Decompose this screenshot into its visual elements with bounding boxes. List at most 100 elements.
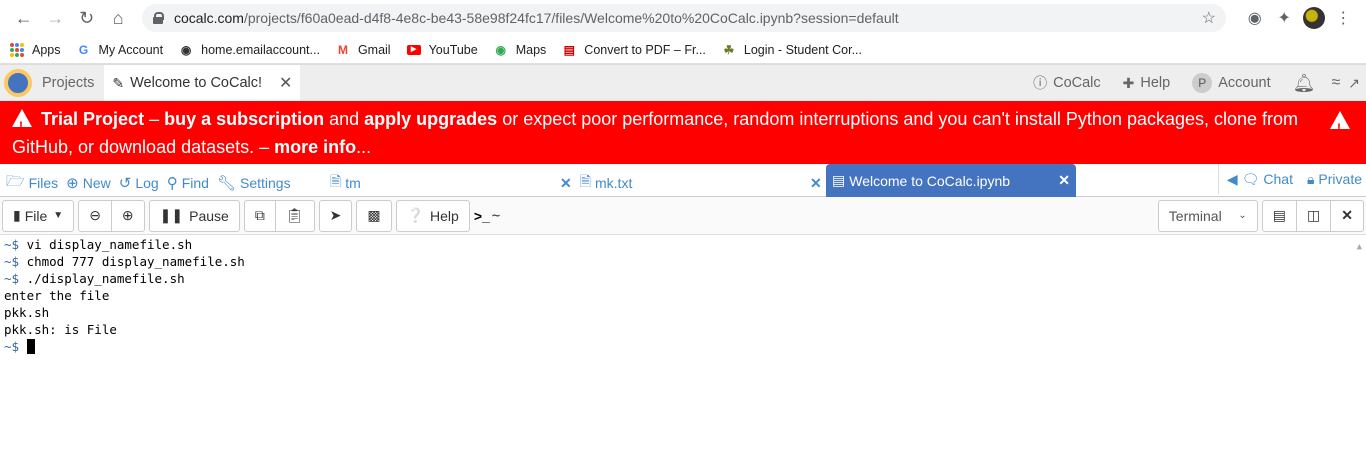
frame-type-select[interactable]: Terminal ⌄ [1157, 199, 1258, 232]
file-tab-mk-txt[interactable]: ✕ 🗎︎ mk.txt [560, 172, 632, 194]
project-tab-label: Welcome to CoCalc! [130, 75, 263, 91]
bookmark-apps[interactable]: Apps [10, 42, 61, 57]
file-tab-welcome-ipynb[interactable]: ▤ Welcome to CoCalc.ipynb ✕ [826, 164, 1076, 197]
profile-avatar[interactable] [1299, 4, 1329, 32]
bookmark-student-login[interactable]: ☘ Login - Student Cor... [722, 43, 862, 57]
terminal-output[interactable]: ~$ vi display_namefile.sh ~$ chmod 777 d… [0, 235, 1366, 457]
reload-icon[interactable]: ↻ [71, 4, 102, 32]
bookmark-youtube[interactable]: ▶ YouTube [406, 42, 478, 57]
tab-settings[interactable]: 🔧︎ Settings [215, 172, 293, 194]
close-icon[interactable]: ✕ [560, 175, 572, 192]
bookmark-gmail[interactable]: M Gmail [336, 43, 391, 57]
terminal-prompt: ~$ [4, 254, 27, 269]
pause-button[interactable]: ❚❚ Pause [148, 199, 240, 232]
address-bar[interactable]: cocalc.com/projects/f60a0ead-d4f8-4e8c-b… [141, 4, 1226, 32]
paste-button[interactable]: 📋︎ [275, 199, 315, 232]
account-label: Account [1218, 75, 1271, 91]
history-icon: ↺ [118, 175, 132, 192]
file-menu-button[interactable]: ▮ File ▼ [2, 199, 75, 232]
forward-icon[interactable]: → [39, 4, 70, 32]
chevron-down-icon: ⌄ [1238, 210, 1247, 221]
cocalc-label: CoCalc [1053, 75, 1101, 91]
rocket-icon: ➤ [329, 207, 342, 223]
chat-button[interactable]: Chat [1263, 171, 1293, 187]
bookmark-star-icon[interactable]: ☆ [1202, 8, 1216, 28]
connection-icon[interactable]: ≈ [1331, 74, 1340, 92]
bell-icon[interactable]: 🔔︎ [1293, 73, 1316, 94]
collapse-chat-icon[interactable]: ◀ [1227, 171, 1238, 188]
pause-label: Pause [189, 207, 229, 224]
terminal-text: vi display_namefile.sh [26, 237, 193, 252]
bookmark-maps[interactable]: ◉ Maps [494, 42, 546, 57]
split-horizontal-button[interactable]: ▤ [1261, 199, 1298, 232]
split-vertical-button[interactable]: ◫ [1297, 199, 1332, 232]
tab-files[interactable]: 🗁︎ Files [4, 172, 60, 194]
cocalc-info-link[interactable]: ⓘ CoCalc [1033, 73, 1101, 93]
file-tab-label: Welcome to CoCalc.ipynb [849, 172, 1011, 189]
cocalc-logo[interactable] [0, 65, 36, 101]
terminal-prompt-icon: >_ [473, 207, 490, 224]
cocalc-top-nav: Projects ✎ Welcome to CoCalc! ✕ ⓘ CoCalc… [0, 64, 1366, 101]
help-link[interactable]: ✚ Help [1123, 75, 1171, 92]
terminal-line: ~$ [4, 338, 1362, 355]
caret-down-icon: ▼ [53, 210, 64, 221]
home-icon[interactable]: ⌂ [102, 4, 133, 32]
tab-log[interactable]: ↺ Log [117, 172, 161, 194]
bookmark-home-email[interactable]: ◉ home.emailaccount... [179, 43, 320, 57]
account-link[interactable]: P Account [1192, 73, 1271, 93]
fullscreen-icon[interactable]: ↗ [1348, 75, 1360, 92]
close-frame-button[interactable]: ✕ [1331, 199, 1364, 232]
zoom-out-icon: ⊖ [89, 207, 101, 223]
pdf-icon: ▤ [563, 42, 575, 57]
file-tab-tm[interactable]: 🗎︎ tm [330, 172, 361, 194]
bookmark-label: YouTube [428, 42, 478, 57]
private-button[interactable]: Private [1318, 171, 1362, 187]
project-tab-welcome[interactable]: ✎ Welcome to CoCalc! ✕ [104, 65, 301, 101]
search-icon: ⚲ [166, 175, 178, 192]
terminal-text: chmod 777 display_namefile.sh [26, 254, 245, 269]
zoom-out-button[interactable]: ⊖ [78, 199, 112, 232]
tab-find[interactable]: ⚲ Find [165, 172, 211, 194]
scroll-up-icon[interactable]: ▲ [1357, 239, 1362, 256]
help-button[interactable]: ❔ Help [395, 199, 470, 232]
close-icon[interactable]: ✕ [1058, 172, 1070, 189]
tab-new[interactable]: ⊕ New [64, 172, 113, 194]
trial-project-label: Trial Project [41, 109, 145, 129]
copy-button[interactable]: ⧉ [243, 199, 276, 232]
back-icon[interactable]: ← [8, 4, 39, 32]
terminal-text: pkk.sh: is File [4, 322, 117, 337]
puzzle-icon[interactable]: ✦ [1269, 4, 1299, 32]
apply-upgrades-link[interactable]: apply upgrades [364, 109, 497, 129]
file-tab-label: mk.txt [595, 175, 633, 191]
bookmarks-bar: Apps G My Account ◉ home.emailaccount...… [0, 36, 1366, 64]
terminal-line: ~$ chmod 777 display_namefile.sh [4, 253, 1362, 270]
file-menu-label: File [24, 207, 48, 224]
file-icon: 🗎︎ [579, 173, 591, 189]
bookmark-convert-pdf[interactable]: ▤ Convert to PDF – Fr... [562, 43, 706, 57]
terminal-cwd: ~ [491, 207, 501, 224]
terminal-prompt: ~$ [4, 339, 27, 354]
lock-icon: 🔒︎ [1306, 170, 1315, 187]
bookmark-label: Gmail [357, 42, 391, 57]
gmail-icon: M [337, 42, 348, 57]
close-icon[interactable]: ✕ [279, 73, 292, 93]
apps-grid-icon [10, 42, 24, 57]
student-icon: ☘ [723, 42, 735, 57]
help-label: Help [1140, 75, 1171, 91]
url-host: cocalc.com [173, 10, 244, 26]
more-info-link[interactable]: more info [274, 137, 356, 157]
menu-icon[interactable]: ⋮ [1328, 4, 1358, 32]
terminal-line: ~$ ./display_namefile.sh [4, 270, 1362, 287]
maps-icon: ◉ [495, 42, 506, 57]
file-tab-label: tm [345, 175, 361, 191]
restart-button[interactable]: ➤ [318, 199, 353, 232]
tab-label: Files [28, 175, 59, 191]
extension-icon[interactable]: ◉ [1240, 4, 1270, 32]
buy-subscription-link[interactable]: buy a subscription [164, 109, 324, 129]
bookmark-my-account[interactable]: G My Account [77, 43, 163, 57]
zoom-in-button[interactable]: ⊕ [111, 199, 145, 232]
edit-icon: ✎ [112, 74, 125, 91]
url-path: /projects/f60a0ead-d4f8-4e8c-be43-58e98f… [243, 10, 899, 26]
clear-button[interactable]: ▩ [356, 199, 392, 232]
projects-link[interactable]: Projects [36, 65, 100, 101]
